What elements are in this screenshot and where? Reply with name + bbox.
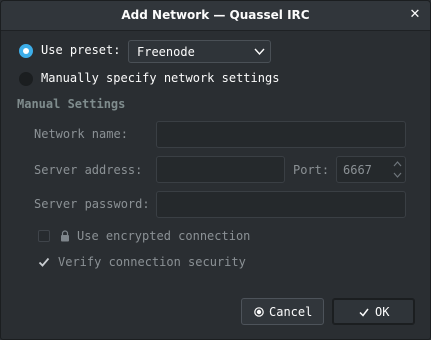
manual-settings-label[interactable]: Manually specify network settings — [41, 71, 279, 85]
lock-icon — [61, 230, 69, 242]
verify-security-label: Verify connection security — [58, 255, 246, 269]
manual-settings-section-title: Manual Settings — [17, 97, 126, 111]
use-preset-radio[interactable] — [19, 44, 33, 58]
network-name-input[interactable] — [156, 121, 406, 148]
server-password-label: Server password: — [34, 197, 150, 211]
network-name-label: Network name: — [34, 127, 128, 141]
add-network-dialog: Add Network — Quassel IRC ✕ Use preset: … — [0, 0, 431, 340]
server-password-input[interactable] — [156, 191, 406, 218]
close-icon[interactable]: ✕ — [407, 7, 423, 23]
preset-selected-value: Freenode — [137, 45, 195, 59]
preset-combobox[interactable]: Freenode — [128, 40, 271, 63]
window-title: Add Network — Quassel IRC — [121, 8, 310, 22]
manual-settings-radio[interactable] — [19, 72, 33, 86]
spin-arrows-icon[interactable] — [393, 160, 402, 179]
server-address-input[interactable] — [156, 156, 285, 183]
title-bar: Add Network — Quassel IRC ✕ — [1, 1, 430, 31]
checkmark-icon — [359, 308, 369, 317]
port-value: 6667 — [343, 163, 372, 177]
encrypted-connection-label: Use encrypted connection — [77, 229, 251, 243]
encrypted-connection-checkbox[interactable] — [38, 230, 50, 242]
chevron-down-icon — [254, 48, 265, 56]
cancel-button-label: Cancel — [269, 305, 313, 319]
cancel-icon — [254, 307, 264, 317]
cancel-button[interactable]: Cancel — [241, 298, 324, 325]
port-label: Port: — [293, 163, 330, 177]
use-preset-label[interactable]: Use preset: — [41, 43, 120, 57]
port-spinbox[interactable]: 6667 — [336, 156, 406, 183]
ok-button[interactable]: OK — [332, 298, 415, 325]
ok-button-label: OK — [375, 305, 390, 319]
server-address-label: Server address: — [34, 163, 143, 177]
verify-security-checkbox[interactable] — [38, 256, 50, 268]
